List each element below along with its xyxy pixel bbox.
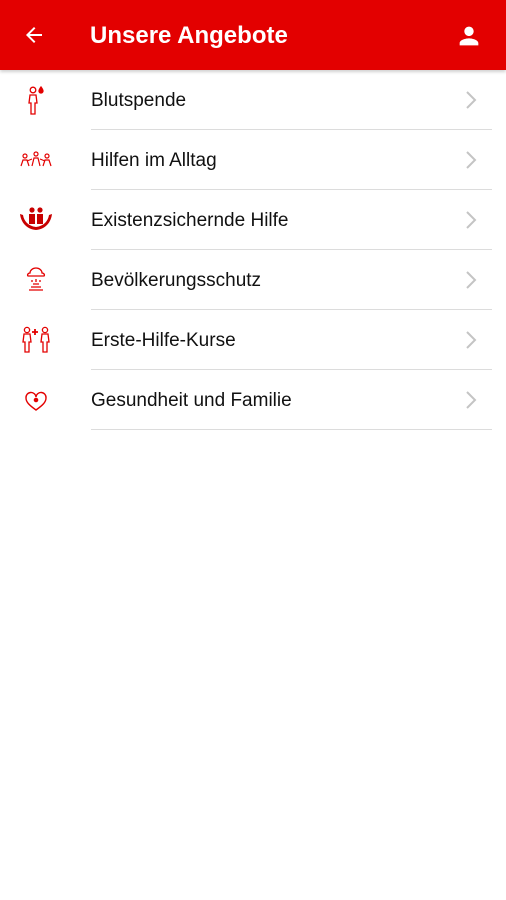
- helping-people-icon: [16, 144, 56, 176]
- hands-holding-family-icon: [16, 204, 56, 236]
- first-aid-people-icon: [16, 324, 56, 356]
- list-item-bevoelkerungsschutz[interactable]: Bevölkerungsschutz: [0, 250, 506, 310]
- chevron-right-icon: [466, 391, 477, 409]
- profile-button[interactable]: [450, 17, 488, 55]
- list-item-hilfen-im-alltag[interactable]: Hilfen im Alltag: [0, 130, 506, 190]
- divider: [91, 429, 492, 430]
- list-item-gesundheit-und-familie[interactable]: Gesundheit und Familie: [0, 370, 506, 430]
- blood-donor-icon: [16, 84, 56, 116]
- chevron-right-icon: [466, 271, 477, 289]
- list-item-label: Existenzsichernde Hilfe: [91, 210, 289, 231]
- app-bar: Unsere Angebote: [0, 0, 506, 70]
- list-item-erste-hilfe-kurse[interactable]: Erste-Hilfe-Kurse: [0, 310, 506, 370]
- list-item-label: Erste-Hilfe-Kurse: [91, 330, 236, 351]
- chevron-right-icon: [466, 211, 477, 229]
- arrow-left-icon: [26, 27, 42, 43]
- heart-icon: [16, 384, 56, 416]
- back-button[interactable]: [16, 17, 52, 53]
- offer-list: Blutspende Hilfen im Alltag Existenzsich…: [0, 70, 506, 430]
- disaster-protection-icon: [16, 264, 56, 296]
- chevron-right-icon: [466, 331, 477, 349]
- list-item-blutspende[interactable]: Blutspende: [0, 70, 506, 130]
- list-item-label: Gesundheit und Familie: [91, 390, 292, 411]
- page-title: Unsere Angebote: [90, 22, 288, 49]
- chevron-right-icon: [466, 151, 477, 169]
- list-item-label: Hilfen im Alltag: [91, 150, 217, 171]
- list-item-existenzsichernde-hilfe[interactable]: Existenzsichernde Hilfe: [0, 190, 506, 250]
- list-item-label: Blutspende: [91, 90, 187, 111]
- list-item-label: Bevölkerungsschutz: [91, 270, 262, 291]
- person-icon: [459, 26, 479, 46]
- chevron-right-icon: [466, 91, 477, 109]
